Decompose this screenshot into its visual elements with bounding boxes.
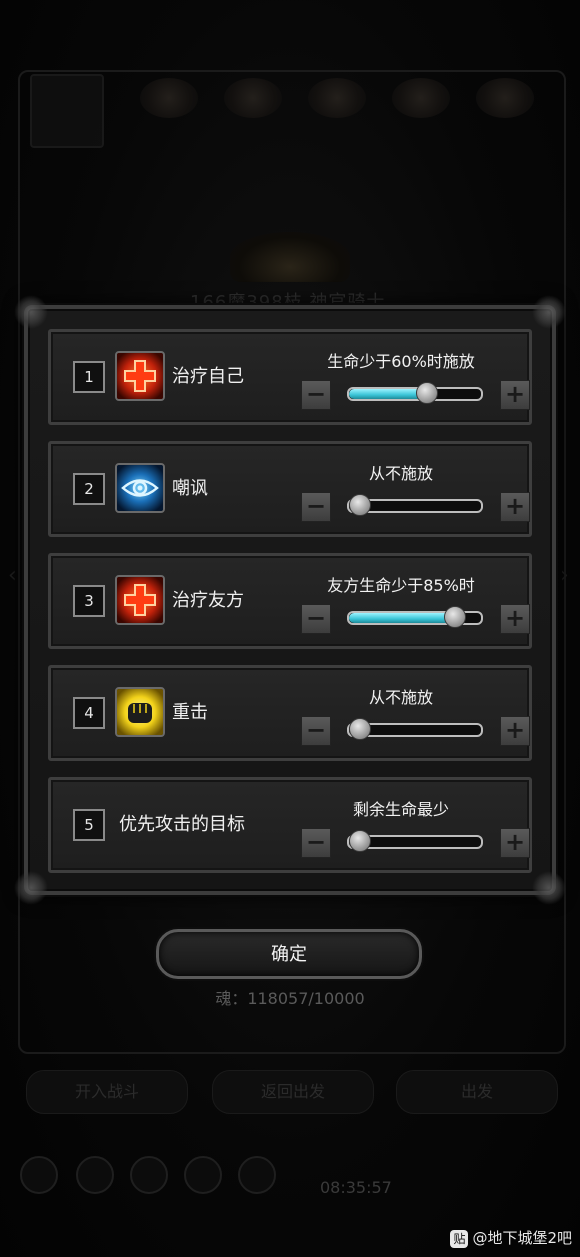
dialog-corner-ornament: [14, 295, 48, 329]
game-screen: 166魔398枝 神官骑士 ‹ › 魂：118057/10000 开入战斗 返回…: [0, 0, 580, 1257]
decrease-button[interactable]: −: [301, 604, 331, 634]
background-left-arrow-icon: ‹: [8, 563, 17, 588]
background-ornament: [230, 232, 350, 282]
confirm-button[interactable]: 确定: [156, 929, 422, 979]
slider-knob[interactable]: [349, 830, 371, 852]
background-clock: 08:35:57: [320, 1178, 392, 1197]
cast-condition-label: 从不施放: [368, 464, 433, 483]
condition-slider[interactable]: [347, 830, 483, 852]
skill-order-number: 4: [73, 697, 105, 729]
watermark-text: @地下城堡2吧: [472, 1229, 572, 1247]
background-menu-icon: [238, 1156, 276, 1194]
decrease-button[interactable]: −: [301, 492, 331, 522]
background-menu-icon: [76, 1156, 114, 1194]
dialog-corner-ornament: [532, 295, 566, 329]
background-equipment-icon: [308, 78, 366, 118]
heal-cross-icon: [115, 351, 165, 401]
background-button-2: 返回出发: [212, 1070, 374, 1114]
increase-button[interactable]: +: [500, 604, 530, 634]
fist-icon: [115, 687, 165, 737]
watermark: 贴 @地下城堡2吧: [450, 1227, 572, 1248]
background-right-arrow-icon: ›: [560, 563, 569, 588]
skill-name: 治疗友方: [172, 590, 244, 611]
background-equipment-icon: [140, 78, 198, 118]
background-button-3: 出发: [396, 1070, 558, 1114]
eye-icon: [115, 463, 165, 513]
increase-button[interactable]: +: [500, 828, 530, 858]
skill-name: 治疗自己: [172, 366, 244, 387]
increase-button[interactable]: +: [500, 380, 530, 410]
skill-order-number: 2: [73, 473, 105, 505]
background-button-1: 开入战斗: [26, 1070, 188, 1114]
background-menu-icon: [130, 1156, 168, 1194]
cast-condition-label: 从不施放: [368, 688, 433, 707]
cast-condition-label: 生命少于60%时施放: [327, 352, 475, 371]
cast-condition-label: 友方生命少于85%时: [327, 576, 475, 595]
tieba-logo-icon: 贴: [450, 1229, 469, 1248]
skill-order-number: 5: [73, 809, 105, 841]
condition-slider[interactable]: [347, 606, 483, 628]
decrease-button[interactable]: −: [301, 828, 331, 858]
background-menu-icon: [184, 1156, 222, 1194]
skill-row-5: 5 优先攻击的目标 剩余生命最少 − +: [48, 777, 532, 873]
slider-knob[interactable]: [444, 606, 467, 628]
increase-button[interactable]: +: [500, 492, 530, 522]
condition-slider[interactable]: [347, 718, 483, 740]
decrease-button[interactable]: −: [301, 380, 331, 410]
decrease-button[interactable]: −: [301, 716, 331, 746]
background-equipment-icon: [224, 78, 282, 118]
cast-condition-label: 剩余生命最少: [352, 800, 449, 819]
skill-name: 嘲讽: [172, 478, 208, 499]
skill-row-3: 3 治疗友方 友方生命少于85%时 − +: [48, 553, 532, 649]
skill-name: 重击: [172, 702, 208, 723]
background-equipment-icon: [392, 78, 450, 118]
condition-slider[interactable]: [347, 382, 483, 404]
dialog-corner-ornament: [14, 871, 48, 905]
skill-name: 优先攻击的目标: [119, 814, 245, 835]
background-portrait: [30, 74, 104, 148]
heal-cross-icon: [115, 575, 165, 625]
slider-knob[interactable]: [416, 382, 439, 404]
slider-knob[interactable]: [349, 494, 371, 516]
skill-order-number: 1: [73, 361, 105, 393]
skill-row-1: 1 治疗自己 生命少于60%时施放 − +: [48, 329, 532, 425]
soul-counter: 魂：118057/10000: [215, 989, 365, 1008]
background-menu-icon: [20, 1156, 58, 1194]
dialog-corner-ornament: [532, 871, 566, 905]
background-equipment-icon: [476, 78, 534, 118]
increase-button[interactable]: +: [500, 716, 530, 746]
slider-fill: [349, 389, 427, 399]
slider-knob[interactable]: [349, 718, 371, 740]
condition-slider[interactable]: [347, 494, 483, 516]
slider-fill: [349, 613, 455, 623]
skill-row-4: 4 重击 从不施放 − +: [48, 665, 532, 761]
skill-order-number: 3: [73, 585, 105, 617]
skill-settings-dialog: 1 治疗自己 生命少于60%时施放 − + 2 嘲讽 从不施放 − + 3 治疗…: [14, 295, 566, 905]
skill-row-2: 2 嘲讽 从不施放 − +: [48, 441, 532, 537]
